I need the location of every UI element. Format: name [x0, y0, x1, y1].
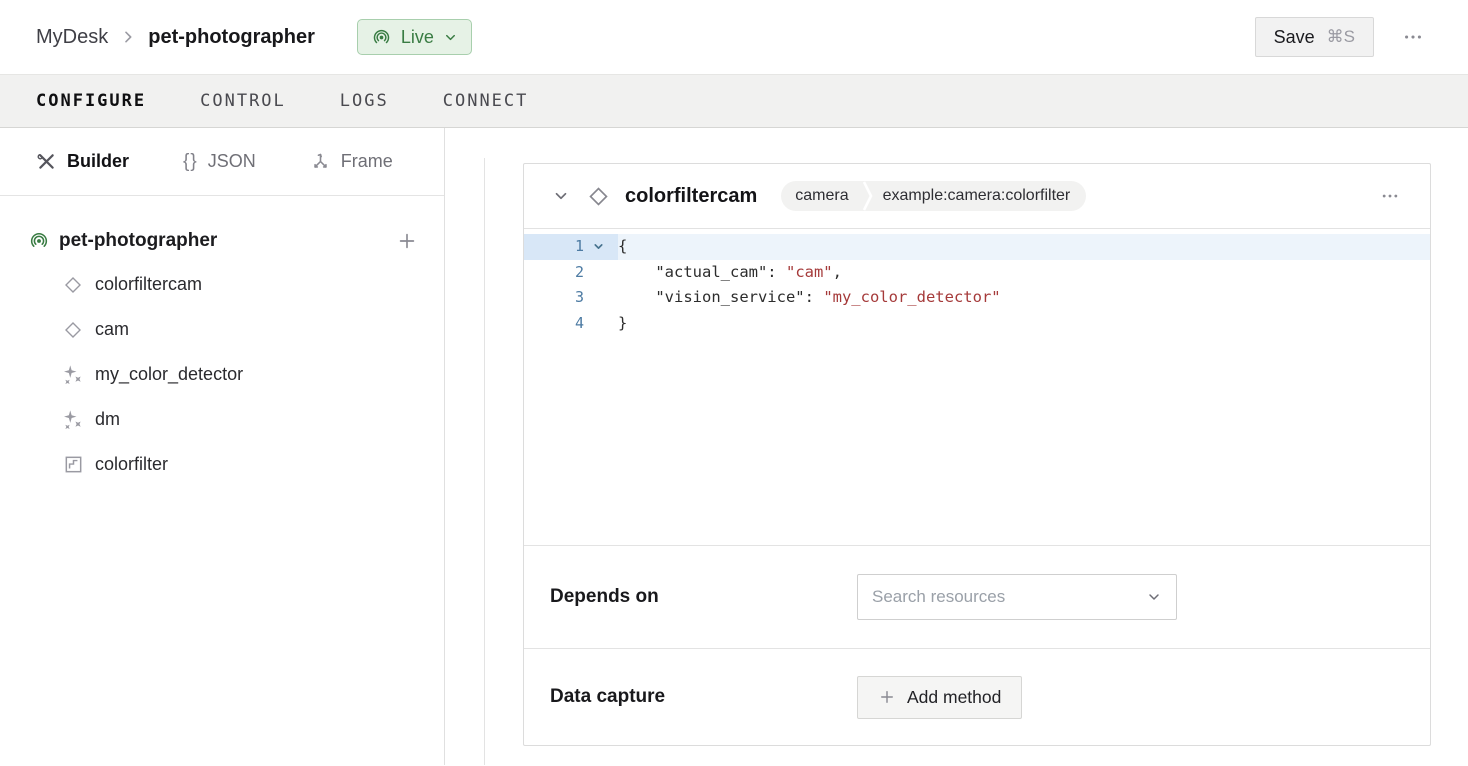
- resource-card-colorfiltercam: colorfiltercam camera example:camera:col…: [523, 163, 1431, 746]
- mode-json[interactable]: {} JSON: [183, 151, 256, 173]
- breadcrumb: MyDesk pet-photographer: [36, 26, 315, 49]
- mode-frame[interactable]: Frame: [310, 151, 393, 172]
- plus-icon: [878, 688, 896, 706]
- tree-item-label: dm: [95, 409, 120, 430]
- diamond-icon: [586, 184, 611, 209]
- badge-separator-icon: [863, 181, 873, 211]
- collapse-card-button[interactable]: [550, 185, 572, 207]
- line-number: 2: [575, 260, 584, 286]
- code-line-content: {: [618, 234, 1430, 260]
- code-line-1[interactable]: 1{: [524, 234, 1430, 260]
- frame-icon: [310, 151, 331, 172]
- tree-item-label: my_color_detector: [95, 364, 243, 385]
- depends-on-select[interactable]: Search resources: [857, 574, 1177, 620]
- mode-label: JSON: [208, 151, 256, 172]
- code-line-content: }: [618, 311, 1430, 337]
- plus-icon: [396, 230, 418, 252]
- card-menu-button[interactable]: [1376, 182, 1404, 210]
- editor-gutter: 2: [524, 260, 618, 286]
- module-icon: [62, 454, 84, 475]
- resource-type-badge: camera example:camera:colorfilter: [781, 181, 1086, 211]
- ellipsis-icon: [1402, 26, 1424, 48]
- line-number: 3: [575, 285, 584, 311]
- mode-label: Frame: [341, 151, 393, 172]
- tools-icon: [36, 151, 57, 172]
- save-button[interactable]: Save ⌘S: [1255, 17, 1374, 57]
- tree-item-label: cam: [95, 319, 129, 340]
- status-label: Live: [401, 27, 434, 48]
- broadcast-icon: [28, 230, 50, 252]
- editor-gutter: 4: [524, 311, 618, 337]
- code-line-content: "actual_cam": "cam",: [618, 260, 1430, 286]
- code-line-content: "vision_service": "my_color_detector": [618, 285, 1430, 311]
- add-method-button[interactable]: Add method: [857, 676, 1022, 719]
- resource-tree: colorfiltercam cam my_color_detectordm colo…: [0, 262, 444, 487]
- sparkles-icon: [62, 364, 84, 386]
- tree-item-cam[interactable]: cam: [0, 307, 444, 352]
- diamond-icon: [62, 319, 84, 341]
- breadcrumb-current: pet-photographer: [148, 26, 315, 49]
- depends-on-section: Depends on Search resources: [524, 545, 1430, 648]
- broadcast-icon: [371, 27, 392, 48]
- tree-item-colorfilter[interactable]: colorfilter: [0, 442, 444, 487]
- resource-model: example:camera:colorfilter: [873, 187, 1087, 205]
- panel-divider: [484, 158, 485, 765]
- line-number: 4: [575, 311, 584, 337]
- tree-item-my_color_detector[interactable]: my_color_detector: [0, 352, 444, 397]
- add-method-label: Add method: [907, 687, 1001, 708]
- chevron-down-icon: [1146, 589, 1162, 605]
- resource-card-header: colorfiltercam camera example:camera:col…: [524, 164, 1430, 228]
- breadcrumb-parent[interactable]: MyDesk: [36, 26, 108, 49]
- resource-title: colorfiltercam: [625, 185, 757, 208]
- tree-item-label: colorfilter: [95, 454, 168, 475]
- machine-name: pet-photographer: [59, 230, 385, 252]
- code-line-2[interactable]: 2 "actual_cam": "cam",: [524, 260, 1430, 286]
- tree-item-colorfiltercam[interactable]: colorfiltercam: [0, 262, 444, 307]
- diamond-icon: [62, 274, 84, 296]
- tab-configure[interactable]: CONFIGURE: [36, 91, 146, 111]
- fold-chevron-icon[interactable]: [584, 240, 618, 253]
- save-shortcut: ⌘S: [1327, 27, 1355, 47]
- app-header: MyDesk pet-photographer Live Save ⌘S: [0, 0, 1468, 74]
- chevron-down-icon: [443, 30, 458, 45]
- tree-item-dm[interactable]: dm: [0, 397, 444, 442]
- ellipsis-icon: [1380, 186, 1400, 206]
- braces-icon: {}: [183, 151, 198, 173]
- mode-builder[interactable]: Builder: [36, 151, 129, 172]
- depends-on-placeholder: Search resources: [872, 587, 1146, 607]
- add-resource-button[interactable]: [394, 228, 420, 254]
- tab-logs[interactable]: LOGS: [340, 91, 389, 111]
- data-capture-section: Data capture Add method: [524, 648, 1430, 745]
- machine-status-badge[interactable]: Live: [357, 19, 472, 55]
- page-tabs: CONFIGURE CONTROL LOGS CONNECT: [0, 74, 1468, 128]
- chevron-down-icon: [552, 187, 570, 205]
- line-number: 1: [575, 234, 584, 260]
- save-label: Save: [1274, 27, 1315, 48]
- machine-root-row[interactable]: pet-photographer: [0, 220, 444, 262]
- header-menu-button[interactable]: [1398, 22, 1428, 52]
- tab-control[interactable]: CONTROL: [200, 91, 286, 111]
- view-mode-switcher: Builder {} JSON Frame: [0, 128, 444, 196]
- main-content: colorfiltercam camera example:camera:col…: [445, 128, 1468, 765]
- tree-item-label: colorfiltercam: [95, 274, 202, 295]
- code-line-3[interactable]: 3 "vision_service": "my_color_detector": [524, 285, 1430, 311]
- editor-gutter: 3: [524, 285, 618, 311]
- resource-type: camera: [781, 187, 862, 205]
- config-sidebar: Builder {} JSON Frame pet-photographer colo…: [0, 128, 445, 765]
- tab-connect[interactable]: CONNECT: [443, 91, 529, 111]
- code-line-4[interactable]: 4}: [524, 311, 1430, 337]
- editor-gutter: 1: [524, 234, 618, 260]
- chevron-right-icon: [120, 29, 136, 45]
- config-json-editor[interactable]: 1{2 "actual_cam": "cam",3 "vision_servic…: [524, 228, 1430, 545]
- data-capture-label: Data capture: [550, 686, 857, 708]
- mode-label: Builder: [67, 151, 129, 172]
- depends-on-label: Depends on: [550, 586, 857, 608]
- sparkles-icon: [62, 409, 84, 431]
